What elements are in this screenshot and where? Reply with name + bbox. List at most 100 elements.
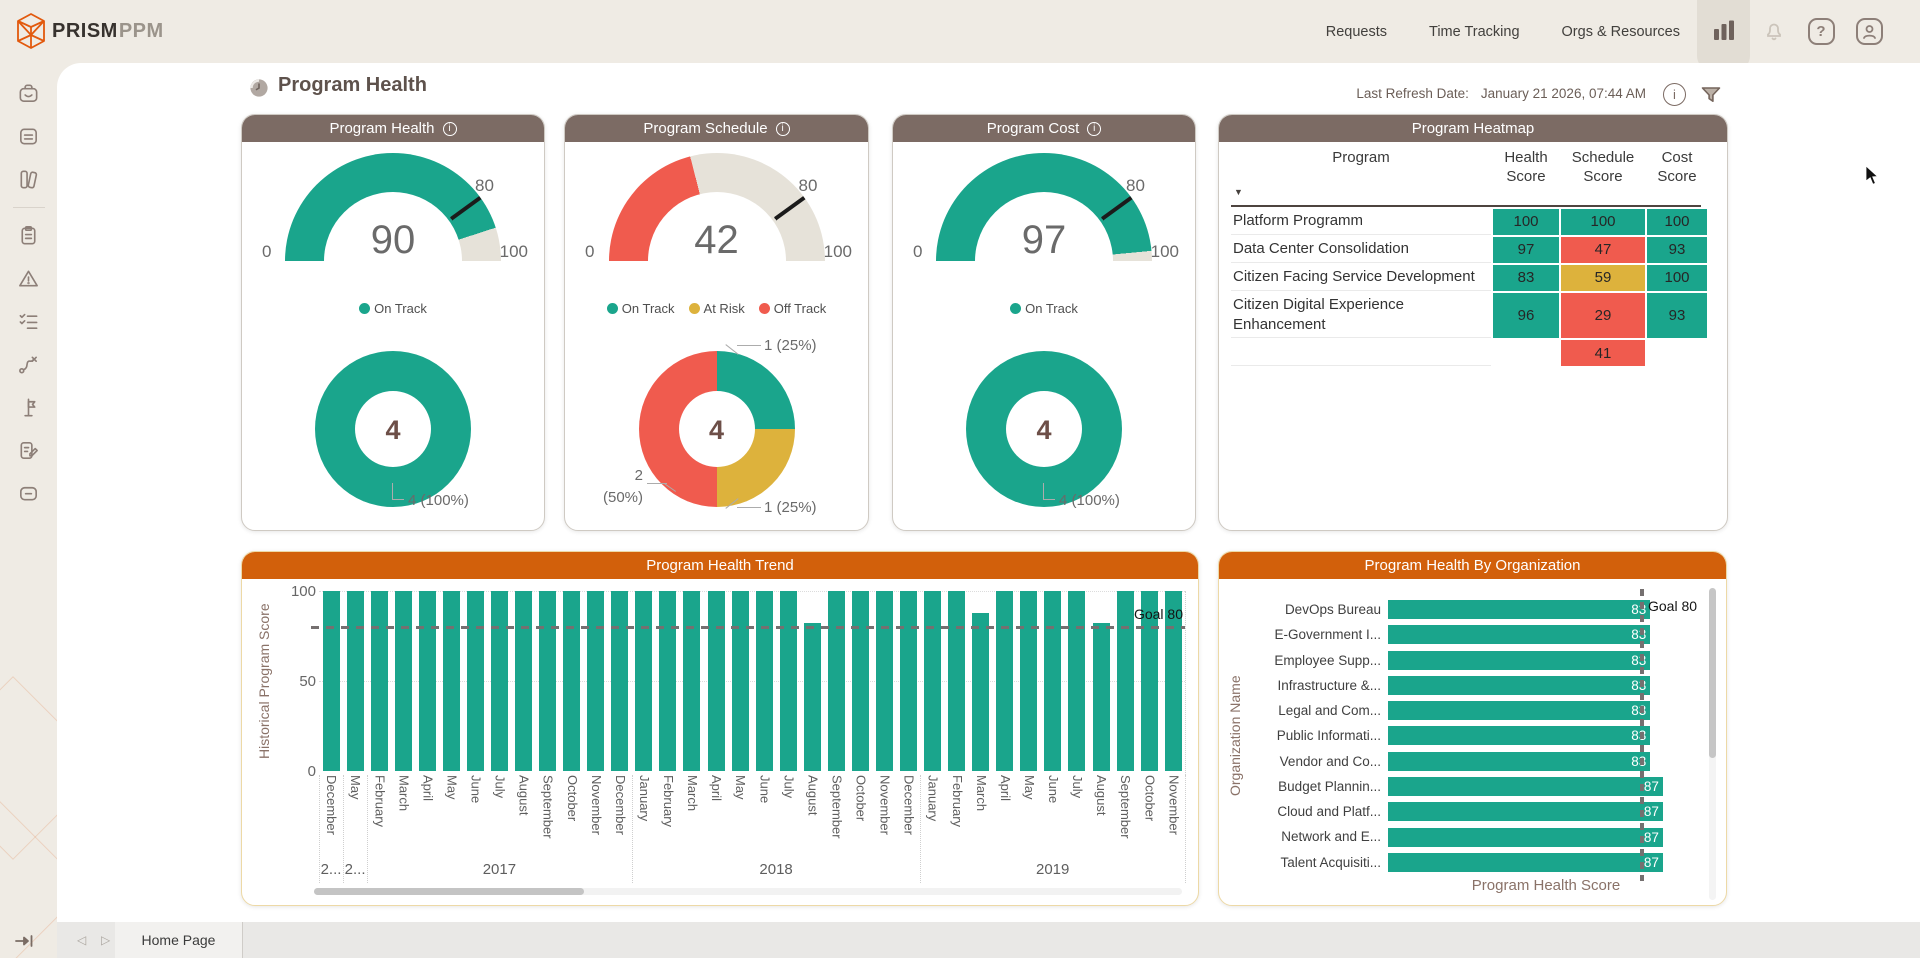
org-bar[interactable]: 87 — [1388, 802, 1663, 821]
heatmap-score-cell[interactable] — [1647, 340, 1707, 366]
heatmap-score-cell[interactable]: 93 — [1647, 293, 1707, 339]
column-header-program[interactable]: Program — [1231, 145, 1491, 187]
org-bar[interactable]: 87 — [1388, 853, 1663, 872]
org-bar[interactable]: 83 — [1388, 625, 1650, 644]
trend-bar[interactable] — [515, 591, 532, 771]
heatmap-score-cell[interactable]: 59 — [1561, 265, 1645, 291]
trend-bar[interactable] — [852, 591, 869, 771]
brand-logo[interactable]: PRISM PPM — [16, 13, 164, 49]
heatmap-score-cell[interactable]: 97 — [1493, 237, 1559, 263]
route-x-icon[interactable] — [0, 343, 57, 386]
org-bar[interactable]: 83 — [1388, 701, 1650, 720]
heatmap-score-cell[interactable]: 29 — [1561, 293, 1645, 339]
trend-bar[interactable] — [539, 591, 556, 771]
nav-time-tracking[interactable]: Time Tracking — [1429, 24, 1520, 40]
trend-bar[interactable] — [948, 591, 965, 771]
trend-bar[interactable] — [419, 591, 436, 771]
heatmap-score-cell[interactable]: 100 — [1561, 209, 1645, 235]
heatmap-score-cell[interactable]: 96 — [1493, 293, 1559, 339]
heatmap-score-cell[interactable]: 100 — [1647, 265, 1707, 291]
tab-home-page[interactable]: Home Page — [115, 922, 242, 958]
filter-icon[interactable] — [1699, 83, 1723, 107]
org-bar[interactable]: 87 — [1388, 828, 1663, 847]
heatmap-program-cell[interactable] — [1231, 340, 1491, 366]
org-bar[interactable]: 83 — [1388, 726, 1650, 745]
page-next-icon[interactable]: ▷ — [101, 922, 110, 958]
column-header-cost[interactable]: Cost Score — [1647, 145, 1707, 187]
trend-bar[interactable] — [876, 591, 893, 771]
trend-bar[interactable] — [587, 591, 604, 771]
trend-bar[interactable] — [443, 591, 460, 771]
heatmap-score-cell[interactable]: 47 — [1561, 237, 1645, 263]
trend-bar[interactable] — [323, 591, 340, 771]
info-icon[interactable]: i — [776, 122, 790, 136]
heatmap-score-cell[interactable]: 93 — [1647, 237, 1707, 263]
trend-bar[interactable] — [1093, 623, 1110, 771]
checklist-icon[interactable] — [0, 300, 57, 343]
trend-bar[interactable] — [611, 591, 628, 771]
heatmap-program-cell[interactable]: Citizen Digital Experience Enhancement — [1231, 293, 1491, 339]
legend-item[interactable]: On Track — [1010, 301, 1078, 316]
trend-bar[interactable] — [1068, 591, 1085, 771]
trend-bar[interactable] — [900, 591, 917, 771]
collapse-pin-icon[interactable] — [14, 932, 36, 950]
legend-item[interactable]: Off Track — [759, 301, 827, 316]
legend-item[interactable]: On Track — [607, 301, 675, 316]
vertical-scrollbar-thumb[interactable] — [1709, 588, 1716, 758]
trend-bar[interactable] — [491, 591, 508, 771]
account-icon[interactable] — [1855, 17, 1883, 45]
page-prev-icon[interactable]: ◁ — [77, 922, 86, 958]
briefcase-icon[interactable] — [0, 72, 57, 115]
program-schedule-gauge[interactable]: 01008042 — [565, 154, 868, 314]
program-cost-gauge[interactable]: 01008097 — [893, 154, 1195, 314]
heatmap-program-cell[interactable]: Data Center Consolidation — [1231, 237, 1491, 263]
trend-bar[interactable] — [683, 591, 700, 771]
org-bar[interactable]: 87 — [1388, 777, 1663, 796]
warning-icon[interactable] — [0, 257, 57, 300]
heatmap-score-cell[interactable]: 41 — [1561, 340, 1645, 366]
program-health-donut[interactable]: 4 4 (100%) — [242, 335, 544, 525]
trend-bar[interactable] — [1117, 591, 1134, 771]
org-bar[interactable]: 83 — [1388, 676, 1650, 695]
notebook-icon[interactable] — [0, 429, 57, 472]
trend-bar[interactable] — [972, 613, 989, 771]
column-header-health[interactable]: Health Score — [1493, 145, 1559, 187]
heatmap-program-cell[interactable]: Platform Programm — [1231, 209, 1491, 235]
info-icon[interactable]: i — [1663, 83, 1686, 106]
trend-bar[interactable] — [756, 591, 773, 771]
trend-bar[interactable] — [804, 623, 821, 771]
clipboard-icon[interactable] — [0, 214, 57, 257]
info-icon[interactable]: i — [443, 122, 457, 136]
org-bar[interactable]: 83 — [1388, 752, 1650, 771]
horizontal-scrollbar-thumb[interactable] — [314, 888, 584, 895]
program-schedule-donut[interactable]: 4 1 (25%) 1 (25%) 2 (50%) — [565, 335, 868, 525]
trend-bar[interactable] — [635, 591, 652, 771]
nav-orgs-resources[interactable]: Orgs & Resources — [1562, 24, 1680, 40]
trend-bar[interactable] — [780, 591, 797, 771]
nav-requests[interactable]: Requests — [1326, 24, 1387, 40]
signpost-icon[interactable] — [0, 386, 57, 429]
trend-bar[interactable] — [347, 591, 364, 771]
trend-bar[interactable] — [732, 591, 749, 771]
heatmap-score-cell[interactable]: 83 — [1493, 265, 1559, 291]
program-cost-donut[interactable]: 4 4 (100%) — [893, 335, 1195, 525]
bell-icon[interactable] — [1760, 17, 1788, 45]
trend-bar[interactable] — [1020, 591, 1037, 771]
trend-bar[interactable] — [1044, 591, 1061, 771]
trend-bar[interactable] — [371, 591, 388, 771]
trend-bar[interactable] — [467, 591, 484, 771]
sort-desc-arrow[interactable]: ▼ — [1231, 187, 1701, 203]
program-health-gauge[interactable]: 01008090 — [242, 154, 544, 314]
info-icon[interactable]: i — [1087, 122, 1101, 136]
heatmap-score-cell[interactable] — [1493, 340, 1559, 366]
heatmap-score-cell[interactable]: 100 — [1493, 209, 1559, 235]
trend-bar[interactable] — [659, 591, 676, 771]
heatmap-score-cell[interactable]: 100 — [1647, 209, 1707, 235]
analytics-tab-active[interactable] — [1697, 0, 1750, 70]
trend-bar[interactable] — [563, 591, 580, 771]
trend-bar[interactable] — [828, 591, 845, 771]
column-header-schedule[interactable]: Schedule Score — [1561, 145, 1645, 187]
legend-item[interactable]: At Risk — [689, 301, 745, 316]
org-bar[interactable]: 83 — [1388, 600, 1650, 619]
inbox-card-icon[interactable] — [0, 115, 57, 158]
